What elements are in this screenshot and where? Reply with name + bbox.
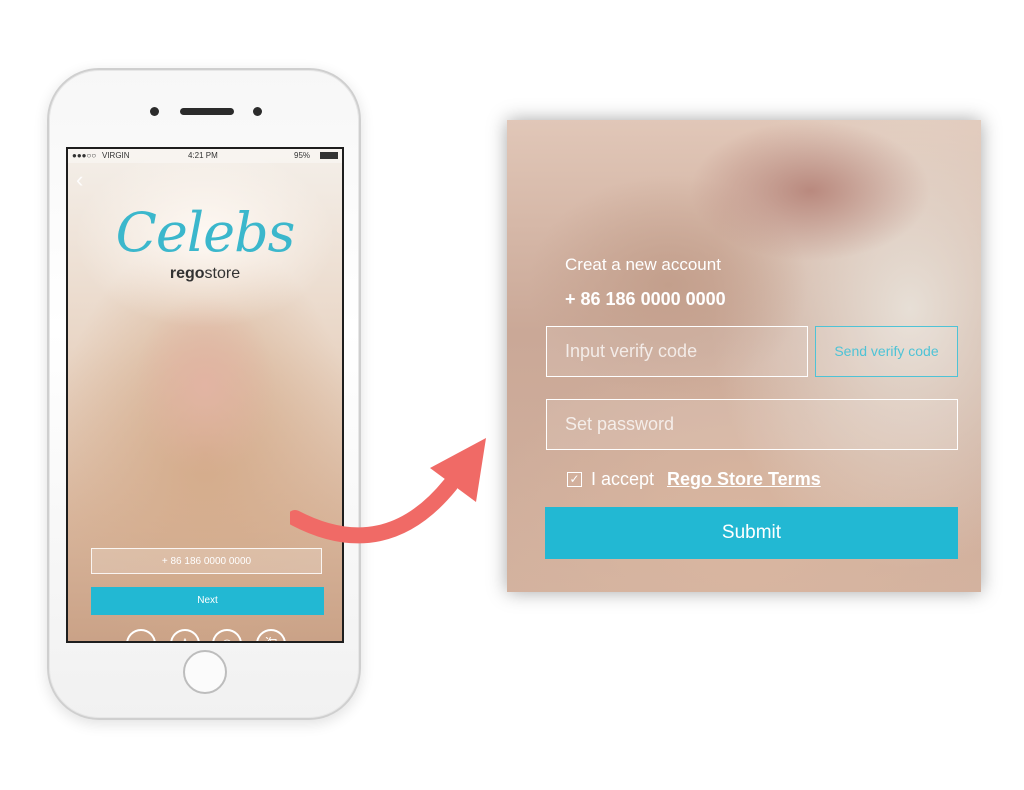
logo-rego-text: rego [169,265,205,282]
home-button[interactable] [183,650,227,694]
password-input[interactable]: Set password [546,399,958,450]
logo-store-text: store [204,265,241,282]
signal-icon: ●●●○○ [72,151,97,160]
taobao-icon[interactable]: 淘 [256,629,286,641]
submit-button[interactable]: Submit [545,507,958,559]
status-time: 4:21 PM [188,151,218,160]
curved-arrow-icon [290,438,486,544]
status-bar: ●●●○○ VIRGIN 4:21 PM 95% [68,149,342,163]
phone-screen: ●●●○○ VIRGIN 4:21 PM 95% ‹ Celebs regost… [66,147,344,643]
proximity-sensor [253,107,262,116]
wechat-icon[interactable]: ◔ [126,629,156,641]
accept-terms-checkbox[interactable]: ✓ [567,472,582,487]
phone-number-input[interactable]: + 86 186 0000 0000 [91,548,322,574]
chevron-left-icon[interactable]: ‹ [76,169,83,191]
verify-code-input[interactable]: Input verify code [546,326,808,377]
phone-number-label: + 86 186 0000 0000 [565,289,726,309]
accept-label: I accept [591,469,655,489]
page-title: Creat a new account [565,255,721,274]
signup-card: Creat a new account + 86 186 0000 0000 I… [507,120,981,592]
next-button[interactable]: Next [91,587,324,615]
earpiece-speaker [180,108,234,115]
carrier-label: VIRGIN [102,151,130,160]
rego-store-logo: regostore [68,265,342,283]
celebs-logo: Celebs [115,201,296,264]
iphone-mockup: ●●●○○ VIRGIN 4:21 PM 95% ‹ Celebs regost… [47,68,361,720]
battery-icon [320,152,338,159]
arrow-shaft [290,477,458,544]
battery-percent: 95% [294,151,311,160]
send-verify-code-button[interactable]: Send verify code [815,326,958,377]
weibo-icon[interactable]: ◉ [212,629,242,641]
front-camera [150,107,159,116]
qq-icon[interactable]: ♙ [170,629,200,641]
terms-link[interactable]: Rego Store Terms [667,469,821,490]
